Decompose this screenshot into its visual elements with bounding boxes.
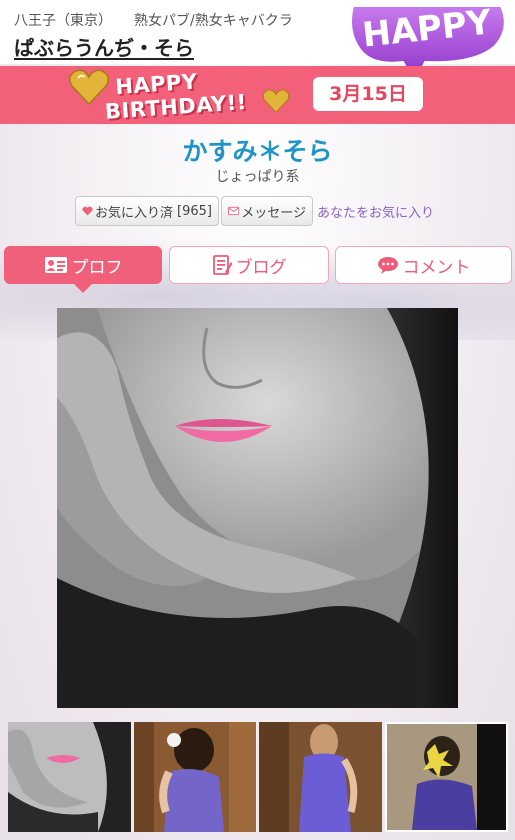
girl-name: かすみ＊そら [182,137,333,166]
tab-comment-label: コメント [402,257,471,278]
speech-bubble-icon [377,257,398,274]
thumbnail-4[interactable] [385,722,508,832]
tab-profile-label: プロフ [71,257,123,278]
main-photo-image [57,308,458,708]
thumbnail-1-image [8,722,131,832]
area-label[interactable]: 八王子（東京） [14,13,112,29]
category-label[interactable]: 熟女パブ/熟女キャバクラ [134,13,293,29]
page: 八王子（東京） 熟女パブ/熟女キャバクラ ぱぶらうんぢ・そら HAPPY HAPP… [0,0,515,840]
main-photo[interactable] [57,308,458,708]
area-line: 八王子（東京） 熟女パブ/熟女キャバクラ [14,10,293,30]
tab-comment[interactable]: コメント [335,246,512,284]
tab-profile[interactable]: プロフ [4,246,162,284]
envelope-icon [228,206,240,216]
favorite-button[interactable]: お気に入り済 [965] [75,196,219,226]
thumbnail-4-image [387,724,506,830]
favorite-count: [965] [177,203,212,219]
message-button[interactable]: メッセージ [221,196,313,226]
thumbnail-2-image [134,722,256,832]
thumbnail-3-image [259,722,382,832]
birthday-title: HAPPY BIRTHDAY!! [103,64,276,123]
thumbnail-2[interactable] [134,722,256,832]
birthday-banner: HAPPY BIRTHDAY!! 3月15日 [0,66,515,124]
heart-icon [82,206,93,216]
active-tab-indicator [74,284,92,293]
girl-type: じょっぱり系 [215,169,300,185]
profile-card-icon [44,257,67,273]
thumbnail-3[interactable] [259,722,382,832]
favorite-label: お気に入り済 [95,205,174,221]
shop-name-link[interactable]: ぱぶらうんぢ・そら [14,32,194,61]
gold-heart-icon [262,89,290,114]
thumbnail-1[interactable] [8,722,131,832]
birthday-date: 3月15日 [313,77,423,111]
memo-icon [212,255,232,275]
tab-blog[interactable]: ブログ [169,246,329,284]
message-label: メッセージ [241,205,306,221]
tab-blog-label: ブログ [235,257,287,278]
favorite-you-link[interactable]: あなたをお気に入り [317,202,434,221]
